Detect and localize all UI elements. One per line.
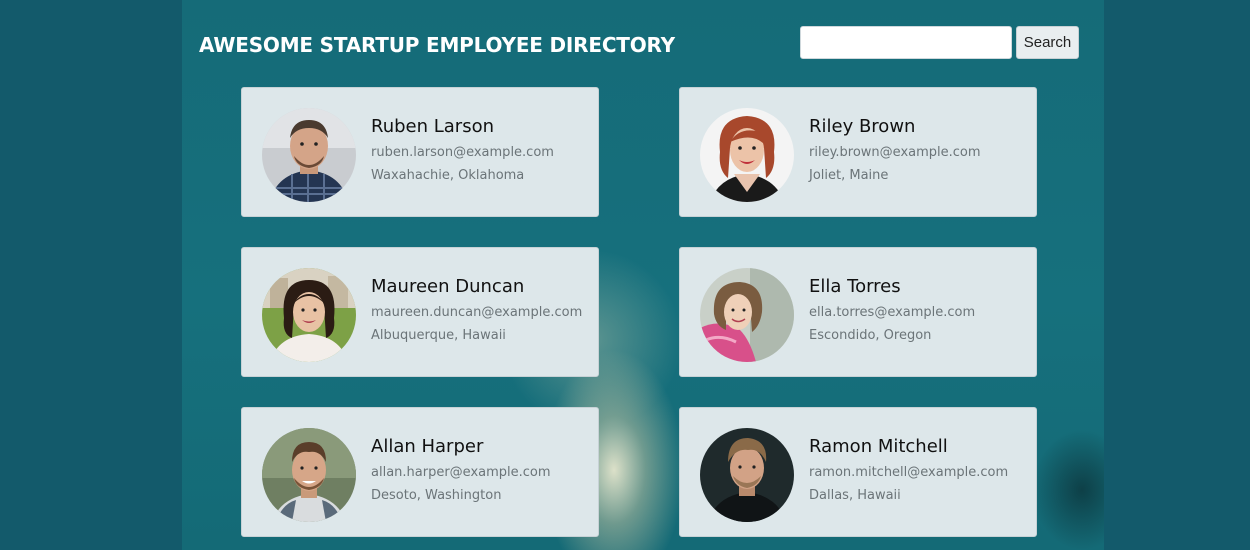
employee-card[interactable]: Ruben Larson ruben.larson@example.com Wa…	[241, 87, 599, 217]
employee-card[interactable]: Maureen Duncan maureen.duncan@example.co…	[241, 247, 599, 377]
employee-location: Desoto, Washington	[371, 488, 502, 503]
portrait-woman-red-hair-icon	[700, 108, 794, 202]
employee-location: Joliet, Maine	[809, 168, 889, 183]
employee-name: Ruben Larson	[371, 116, 494, 137]
employee-email: ella.torres@example.com	[809, 305, 976, 320]
page-title: AWESOME STARTUP EMPLOYEE DIRECTORY	[199, 33, 675, 57]
employee-card[interactable]: Riley Brown riley.brown@example.com Joli…	[679, 87, 1037, 217]
employee-avatar	[700, 108, 794, 202]
portrait-man-smiling-icon	[262, 428, 356, 522]
employee-avatar	[262, 268, 356, 362]
employee-location: Escondido, Oregon	[809, 328, 932, 343]
employee-email: maureen.duncan@example.com	[371, 305, 583, 320]
employee-email: ruben.larson@example.com	[371, 145, 554, 160]
employee-email: ramon.mitchell@example.com	[809, 465, 1009, 480]
portrait-man-plaid-shirt-icon	[262, 108, 356, 202]
employee-avatar	[700, 268, 794, 362]
employee-location: Dallas, Hawaii	[809, 488, 901, 503]
page: AWESOME STARTUP EMPLOYEE DIRECTORY Searc…	[0, 0, 1250, 550]
portrait-woman-dark-hair-icon	[262, 268, 356, 362]
search-button[interactable]: Search	[1016, 26, 1079, 59]
employee-name: Ramon Mitchell	[809, 436, 948, 457]
page-margin-right	[1104, 0, 1250, 550]
employee-email: riley.brown@example.com	[809, 145, 981, 160]
employee-card[interactable]: Allan Harper allan.harper@example.com De…	[241, 407, 599, 537]
employee-email: allan.harper@example.com	[371, 465, 551, 480]
portrait-man-dark-background-icon	[700, 428, 794, 522]
employee-card[interactable]: Ramon Mitchell ramon.mitchell@example.co…	[679, 407, 1037, 537]
portrait-woman-pink-jacket-icon	[700, 268, 794, 362]
employee-card[interactable]: Ella Torres ella.torres@example.com Esco…	[679, 247, 1037, 377]
employee-name: Ella Torres	[809, 276, 901, 297]
search-input[interactable]	[800, 26, 1012, 59]
employee-name: Riley Brown	[809, 116, 916, 137]
employee-location: Waxahachie, Oklahoma	[371, 168, 525, 183]
page-margin-left	[0, 0, 182, 550]
employee-avatar	[700, 428, 794, 522]
employee-avatar	[262, 428, 356, 522]
employee-avatar	[262, 108, 356, 202]
employee-location: Albuquerque, Hawaii	[371, 328, 506, 343]
employee-name: Allan Harper	[371, 436, 484, 457]
employee-name: Maureen Duncan	[371, 276, 525, 297]
